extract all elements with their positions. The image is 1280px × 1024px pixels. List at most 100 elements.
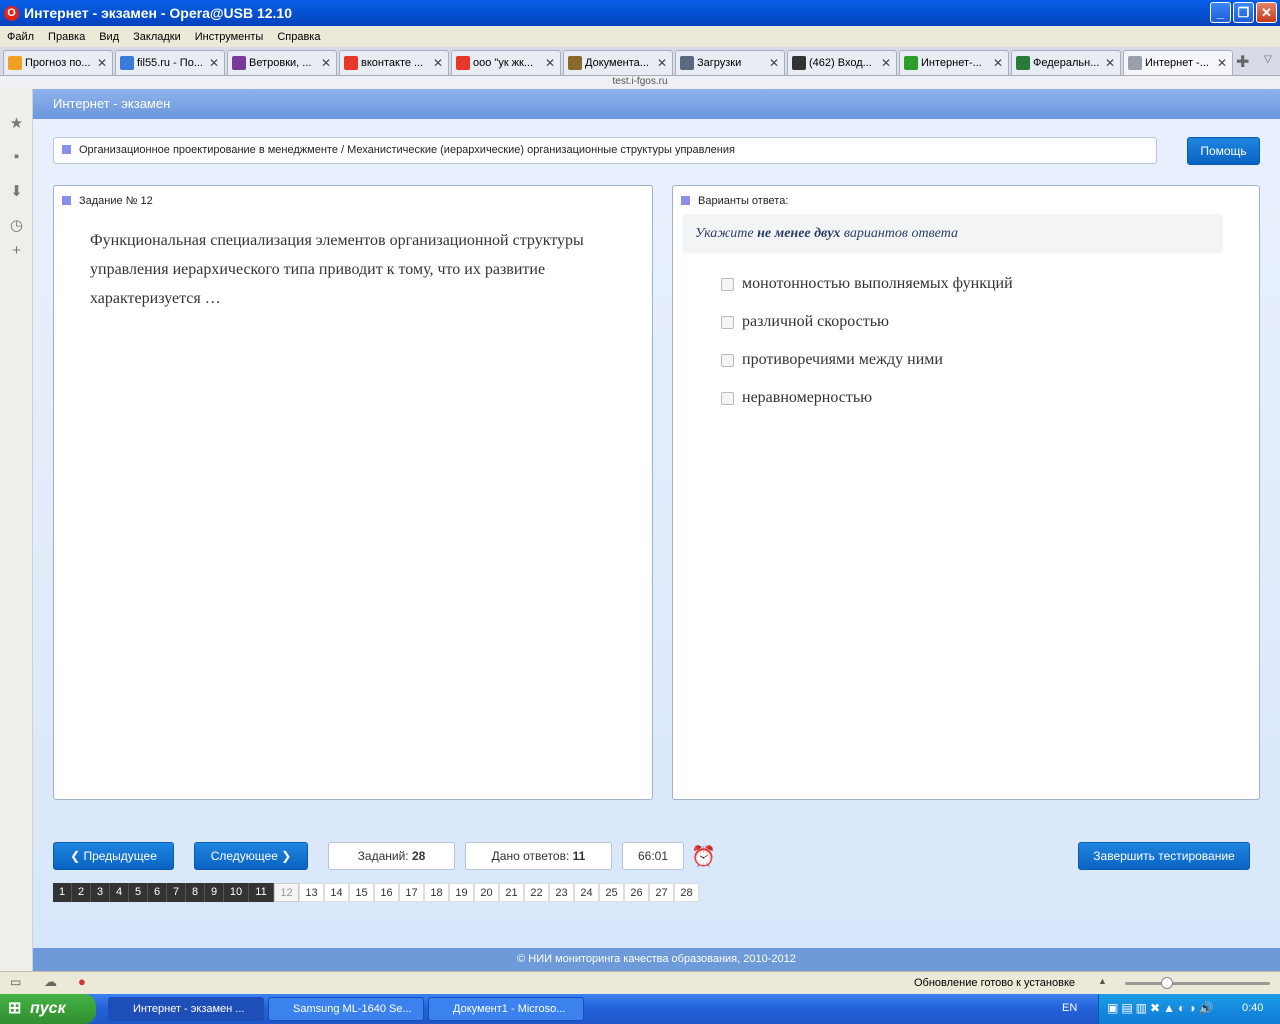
clock: 0:40 (1242, 1002, 1264, 1014)
pager-item-21[interactable]: 21 (499, 883, 524, 902)
tab-close-icon[interactable]: ✕ (1217, 56, 1229, 70)
menu-bookmarks[interactable]: Закладки (133, 31, 181, 43)
tab-label: Документа... (585, 57, 649, 69)
language-indicator[interactable]: EN (1062, 1002, 1077, 1014)
downloads-icon[interactable]: ⬇ (0, 182, 33, 200)
tab-8[interactable]: (462) Вход... ✕ (787, 50, 897, 75)
answer-option-3[interactable]: противоречиями между ними (721, 351, 943, 369)
tab-2[interactable]: fil55.ru - По... ✕ (115, 50, 225, 75)
history-clock-icon[interactable]: ◷ (0, 216, 33, 234)
menu-view[interactable]: Вид (99, 31, 119, 43)
tab-close-icon[interactable]: ✕ (657, 56, 669, 70)
status-bar: ▭ ☁ ● Обновление готово к установке ▲ (0, 971, 1280, 994)
checkbox[interactable] (721, 277, 734, 291)
tray-icons[interactable]: ▣▤▥✖▲◐◑🔊 (1107, 1001, 1216, 1015)
question-panel: Задание № 12 Функциональная специализаци… (53, 185, 653, 800)
checkbox[interactable] (721, 315, 734, 329)
pager-item-3[interactable]: 3 (91, 883, 110, 902)
tab-close-icon[interactable]: ✕ (321, 56, 333, 70)
close-button[interactable]: ✕ (1256, 2, 1277, 23)
pager-item-7[interactable]: 7 (167, 883, 186, 902)
tab-close-icon[interactable]: ✕ (881, 56, 893, 70)
pager-item-11[interactable]: 11 (249, 883, 274, 902)
turbo-icon[interactable]: ● (78, 974, 86, 989)
add-tab-icon[interactable]: ✚ (1236, 52, 1249, 72)
help-button[interactable]: Помощь (1187, 137, 1260, 165)
pager-item-28[interactable]: 28 (674, 883, 699, 902)
pager-item-13[interactable]: 13 (299, 883, 324, 902)
tab-9[interactable]: Интернет-... ✕ (899, 50, 1009, 75)
taskbar-item-opera[interactable]: Интернет - экзамен ... (108, 997, 264, 1021)
answer-option-1[interactable]: монотонностью выполняемых функций (721, 275, 1013, 293)
tab-5[interactable]: ооо "ук жк... ✕ (451, 50, 561, 75)
tab-close-icon[interactable]: ✕ (769, 56, 781, 70)
pager-item-19[interactable]: 19 (449, 883, 474, 902)
timer: 66:01 (622, 842, 684, 870)
tab-close-icon[interactable]: ✕ (545, 56, 557, 70)
answer-option-4[interactable]: неравномерностью (721, 389, 872, 407)
pager-item-9[interactable]: 9 (205, 883, 224, 902)
pager-item-8[interactable]: 8 (186, 883, 205, 902)
pager-item-25[interactable]: 25 (599, 883, 624, 902)
start-button[interactable]: ⊞ пуск (0, 994, 96, 1024)
taskbar-item-printer[interactable]: Samsung ML-1640 Se... (268, 997, 424, 1021)
zoom-slider[interactable] (1125, 982, 1270, 985)
tab-4[interactable]: вконтакте ... ✕ (339, 50, 449, 75)
tab-3[interactable]: Ветровки, ... ✕ (227, 50, 337, 75)
taskbar-item-word[interactable]: Документ1 - Microso... (428, 997, 584, 1021)
pager-item-12[interactable]: 12 (274, 883, 299, 902)
chevron-left-icon: ❮ (70, 849, 84, 863)
opera-unite-cloud-icon[interactable]: ☁ (44, 974, 57, 990)
answer-option-2[interactable]: различной скоростью (721, 313, 889, 331)
pager-item-24[interactable]: 24 (574, 883, 599, 902)
tab-1[interactable]: Прогноз по... ✕ (3, 50, 113, 75)
pager-item-18[interactable]: 18 (424, 883, 449, 902)
pager-item-22[interactable]: 22 (524, 883, 549, 902)
tab-label: вконтакте ... (361, 57, 424, 69)
pager-item-4[interactable]: 4 (110, 883, 129, 902)
maximize-button[interactable]: ❐ (1233, 2, 1254, 23)
menu-edit[interactable]: Правка (48, 31, 85, 43)
update-arrow-icon[interactable]: ▲ (1098, 976, 1107, 986)
tab-list-chevron-icon[interactable]: ▽ (1264, 54, 1272, 65)
pager-item-23[interactable]: 23 (549, 883, 574, 902)
update-status[interactable]: Обновление готово к установке (914, 977, 1075, 989)
pager-item-27[interactable]: 27 (649, 883, 674, 902)
pager-item-6[interactable]: 6 (148, 883, 167, 902)
taskbar-item-label: Документ1 - Microso... (453, 1003, 566, 1015)
finish-test-button[interactable]: Завершить тестирование (1078, 842, 1250, 870)
notes-icon[interactable]: ▪ (0, 148, 33, 165)
pager-item-5[interactable]: 5 (129, 883, 148, 902)
pager-item-14[interactable]: 14 (324, 883, 349, 902)
zoom-slider-handle[interactable] (1161, 977, 1173, 989)
bookmarks-star-icon[interactable]: ★ (0, 114, 33, 132)
tab-close-icon[interactable]: ✕ (433, 56, 445, 70)
tab-close-icon[interactable]: ✕ (993, 56, 1005, 70)
add-panel-plus-icon[interactable]: + (0, 242, 33, 259)
pager-item-26[interactable]: 26 (624, 883, 649, 902)
pager-item-10[interactable]: 10 (224, 883, 249, 902)
tab-11[interactable]: Интернет -... ✕ (1123, 50, 1233, 75)
tab-6[interactable]: Документа... ✕ (563, 50, 673, 75)
pager-item-17[interactable]: 17 (399, 883, 424, 902)
pager-item-20[interactable]: 20 (474, 883, 499, 902)
pager-item-15[interactable]: 15 (349, 883, 374, 902)
checkbox[interactable] (721, 391, 734, 405)
checkbox[interactable] (721, 353, 734, 367)
tab-10[interactable]: Федеральн... ✕ (1011, 50, 1121, 75)
tab-7[interactable]: Загрузки ✕ (675, 50, 785, 75)
tab-close-icon[interactable]: ✕ (1105, 56, 1117, 70)
menu-help[interactable]: Справка (277, 31, 320, 43)
panel-toggle-icon[interactable]: ▭ (10, 975, 21, 989)
tab-close-icon[interactable]: ✕ (97, 56, 109, 70)
menu-file[interactable]: Файл (7, 31, 34, 43)
alarm-clock-icon: ⏰ (691, 846, 716, 868)
pager-item-1[interactable]: 1 (53, 883, 72, 902)
tab-close-icon[interactable]: ✕ (209, 56, 221, 70)
previous-button[interactable]: ❮ Предыдущее (53, 842, 174, 870)
minimize-button[interactable]: _ (1210, 2, 1231, 23)
pager-item-16[interactable]: 16 (374, 883, 399, 902)
menu-tools[interactable]: Инструменты (195, 31, 264, 43)
pager-item-2[interactable]: 2 (72, 883, 91, 902)
next-button[interactable]: Следующее ❯ (194, 842, 308, 870)
